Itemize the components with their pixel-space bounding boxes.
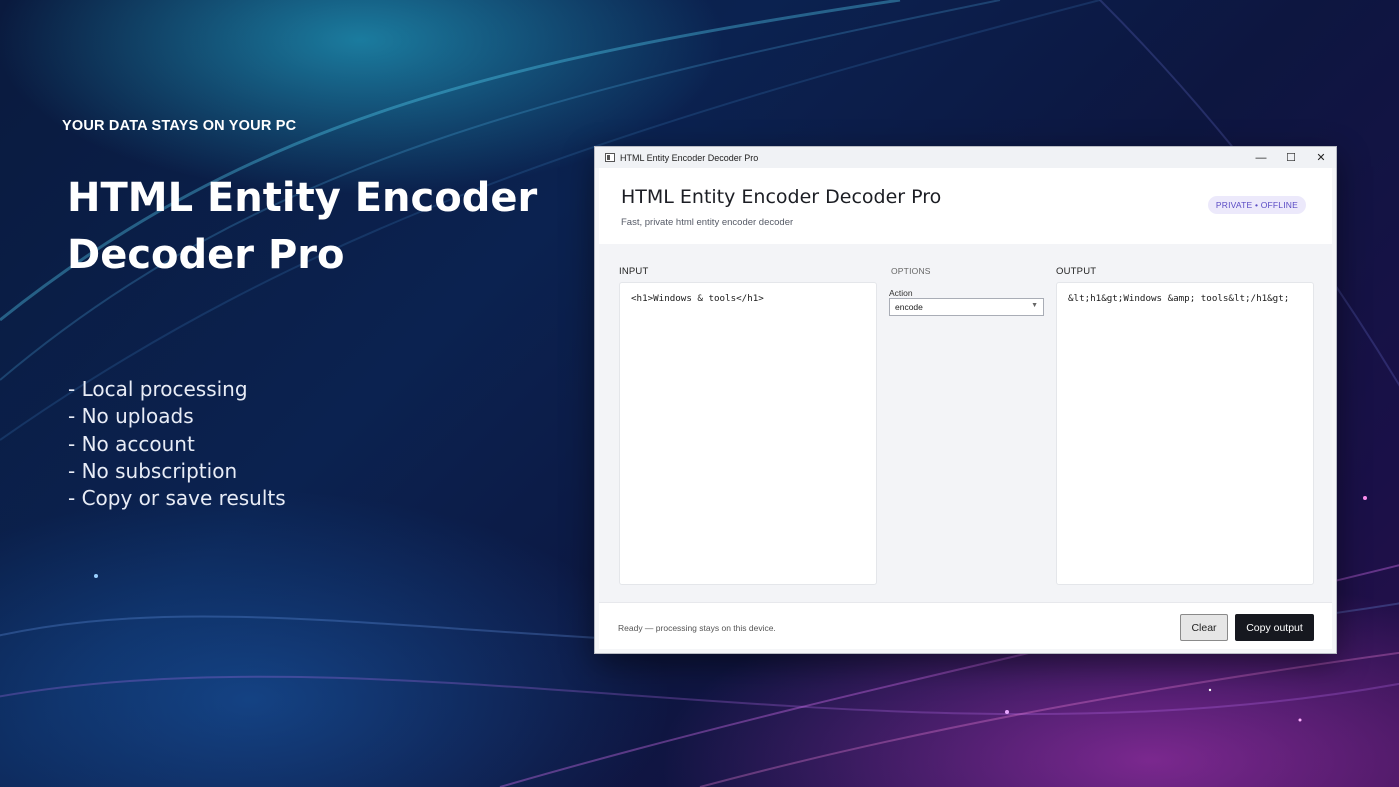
clear-button[interactable]: Clear <box>1180 614 1228 641</box>
window-titlebar[interactable]: HTML Entity Encoder Decoder Pro — ☐ ✕ <box>595 147 1336 168</box>
input-label: INPUT <box>619 266 649 277</box>
action-select-value: encode <box>895 302 923 312</box>
app-window-icon <box>605 153 615 162</box>
main-content: INPUT <h1>Windows & tools</h1> OPTIONS A… <box>599 244 1332 602</box>
maximize-icon[interactable]: ☐ <box>1276 147 1306 168</box>
hero-section: YOUR DATA STAYS ON YOUR PC HTML Entity E… <box>62 118 542 284</box>
feature-item: - No subscription <box>68 458 238 483</box>
output-label: OUTPUT <box>1056 266 1097 277</box>
minimize-icon[interactable]: — <box>1246 147 1276 168</box>
app-footer: Ready — processing stays on this device.… <box>599 602 1332 649</box>
app-title: HTML Entity Encoder Decoder Pro <box>621 186 942 208</box>
app-window: HTML Entity Encoder Decoder Pro — ☐ ✕ HT… <box>594 146 1337 654</box>
feature-item: - Copy or save results <box>68 486 286 511</box>
feature-item: - No account <box>68 431 195 456</box>
copy-output-button[interactable]: Copy output <box>1235 614 1314 641</box>
window-controls: — ☐ ✕ <box>1246 147 1336 168</box>
app-subtitle: Fast, private html entity encoder decode… <box>621 217 794 228</box>
chevron-down-icon: ▼ <box>1031 302 1038 309</box>
action-select[interactable]: encode ▼ <box>889 298 1044 316</box>
feature-item: - Local processing <box>68 377 248 401</box>
hero-title: HTML Entity Encoder Decoder Pro <box>67 170 542 284</box>
window-title: HTML Entity Encoder Decoder Pro <box>620 152 759 163</box>
hero-eyebrow: YOUR DATA STAYS ON YOUR PC <box>62 118 297 134</box>
feature-item: - No uploads <box>68 404 194 429</box>
output-textarea[interactable]: &lt;h1&gt;Windows &amp; tools&lt;/h1&gt; <box>1056 282 1314 585</box>
hero-title-line-1: HTML Entity Encoder <box>67 175 538 221</box>
hero-title-line-2: Decoder Pro <box>67 232 345 278</box>
feature-list: - Local processing - No uploads - No acc… <box>68 376 286 512</box>
close-icon[interactable]: ✕ <box>1306 147 1336 168</box>
options-label: OPTIONS <box>891 266 931 276</box>
privacy-badge: PRIVATE • OFFLINE <box>1207 196 1306 214</box>
status-text: Ready — processing stays on this device. <box>618 623 776 633</box>
input-textarea[interactable]: <h1>Windows & tools</h1> <box>619 282 877 585</box>
action-label: Action <box>889 288 913 298</box>
app-header: HTML Entity Encoder Decoder Pro Fast, pr… <box>599 168 1332 244</box>
